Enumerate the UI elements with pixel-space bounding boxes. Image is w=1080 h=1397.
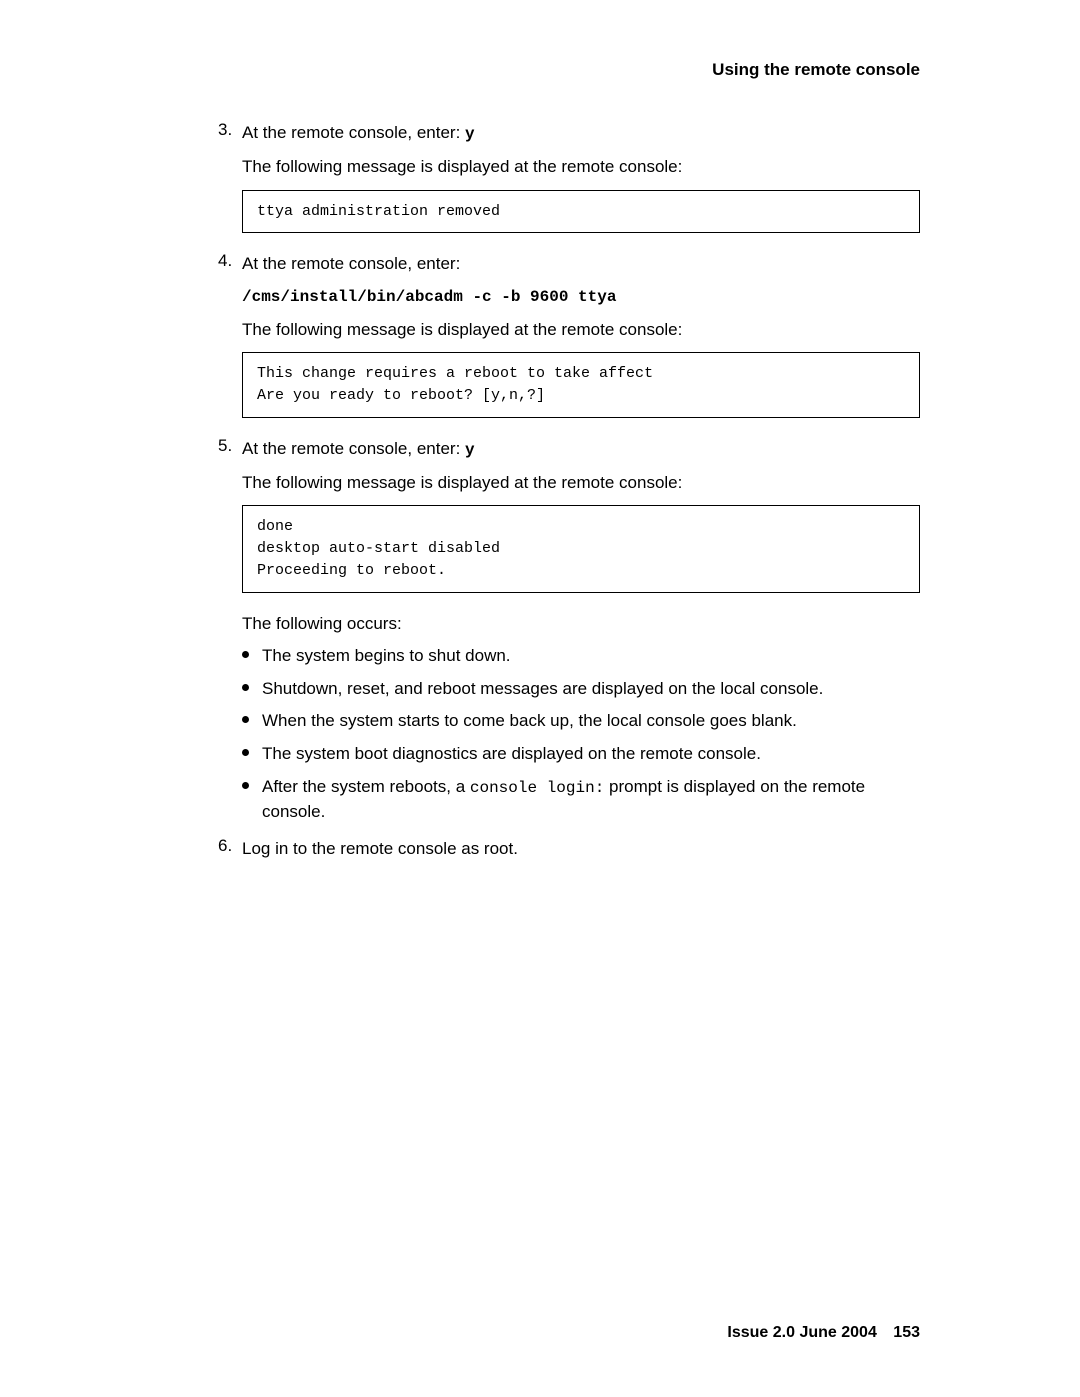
- step-4-intro: At the remote console, enter:: [242, 251, 920, 277]
- page-header: Using the remote console: [160, 60, 920, 80]
- footer-issue: Issue 2.0 June 2004: [727, 1324, 876, 1341]
- step-5: 5. At the remote console, enter: y The f…: [218, 436, 920, 825]
- step-5-intro-code: y: [465, 441, 475, 459]
- step-3-intro-code: y: [465, 125, 475, 143]
- list-item: The system boot diagnostics are displaye…: [242, 742, 920, 767]
- step-4: 4. At the remote console, enter: /cms/in…: [218, 251, 920, 418]
- list-item: After the system reboots, a console logi…: [242, 775, 920, 825]
- list-item: Shutdown, reset, and reboot messages are…: [242, 677, 920, 702]
- step-5-intro-text: At the remote console, enter:: [242, 439, 465, 458]
- step-number: 5.: [218, 436, 232, 456]
- page-content: 3. At the remote console, enter: y The f…: [218, 120, 920, 862]
- list-item: When the system starts to come back up, …: [242, 709, 920, 734]
- document-page: Using the remote console 3. At the remot…: [0, 0, 1080, 1397]
- step-6-text: Log in to the remote console as root.: [242, 836, 920, 862]
- page-footer: Issue 2.0 June 2004 153: [727, 1324, 920, 1342]
- footer-page-number: 153: [893, 1324, 920, 1342]
- step-5-occurs: The following occurs:: [242, 611, 920, 637]
- step-number: 6.: [218, 836, 232, 856]
- step-3-codeblock: ttya administration removed: [242, 190, 920, 234]
- step-3: 3. At the remote console, enter: y The f…: [218, 120, 920, 233]
- step-5-bullets: The system begins to shut down. Shutdown…: [242, 644, 920, 824]
- step-6: 6. Log in to the remote console as root.: [218, 836, 920, 862]
- step-number: 4.: [218, 251, 232, 271]
- step-5-intro: At the remote console, enter: y: [242, 436, 920, 462]
- bullet5-pre: After the system reboots, a: [262, 777, 470, 796]
- step-5-after: The following message is displayed at th…: [242, 470, 920, 496]
- step-4-command: /cms/install/bin/abcadm -c -b 9600 ttya: [242, 285, 920, 309]
- step-3-intro: At the remote console, enter: y: [242, 120, 920, 146]
- list-item: The system begins to shut down.: [242, 644, 920, 669]
- bullet5-code: console login:: [470, 779, 604, 797]
- step-3-after: The following message is displayed at th…: [242, 154, 920, 180]
- step-4-after: The following message is displayed at th…: [242, 317, 920, 343]
- step-number: 3.: [218, 120, 232, 140]
- step-5-codeblock: done desktop auto-start disabled Proceed…: [242, 505, 920, 592]
- step-3-intro-text: At the remote console, enter:: [242, 123, 465, 142]
- step-4-codeblock: This change requires a reboot to take af…: [242, 352, 920, 418]
